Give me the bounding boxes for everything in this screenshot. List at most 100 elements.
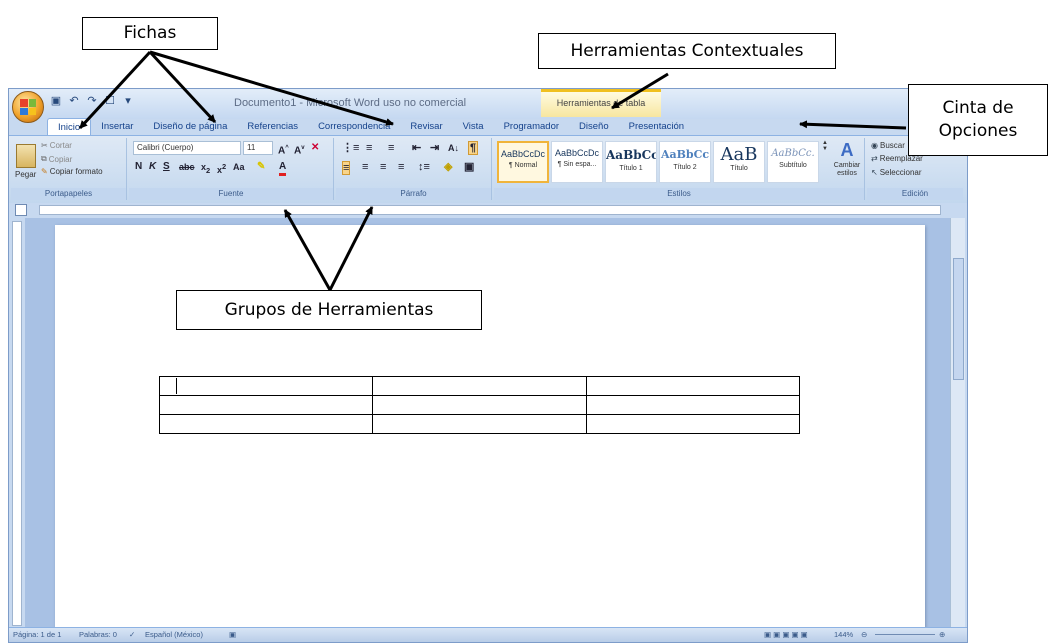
tab-selector-icon[interactable] bbox=[15, 204, 27, 216]
grow-font-icon[interactable]: A^ bbox=[278, 142, 289, 157]
save-icon[interactable]: ▣ bbox=[49, 94, 63, 108]
borders-icon[interactable]: ▣ bbox=[464, 161, 474, 173]
office-button[interactable] bbox=[12, 91, 44, 123]
show-marks-icon[interactable]: ¶ bbox=[468, 141, 479, 155]
table-cell[interactable] bbox=[372, 395, 587, 415]
text-cursor bbox=[176, 378, 177, 394]
table-row bbox=[158, 376, 801, 396]
tab-diseno[interactable]: Diseño bbox=[569, 118, 619, 135]
align-left-icon[interactable]: ≡ bbox=[342, 161, 351, 175]
format-painter-button[interactable]: ✎ Copiar formato bbox=[41, 167, 103, 176]
scroll-thumb[interactable] bbox=[953, 258, 964, 380]
status-language[interactable]: Español (México) bbox=[145, 628, 203, 642]
decrease-indent-icon[interactable]: ⇤ bbox=[412, 142, 421, 154]
ribbon: Pegar ✂ Cortar ⧉ Copiar ✎ Copiar formato… bbox=[9, 135, 967, 204]
style-heading-2[interactable]: AaBbCc Título 2 bbox=[659, 141, 711, 183]
contextual-tools-header: Herramientas de tabla bbox=[541, 89, 661, 117]
table-cell[interactable] bbox=[158, 414, 374, 434]
italic-icon[interactable]: K bbox=[149, 161, 156, 173]
copy-icon: ⧉ bbox=[41, 154, 47, 163]
tab-correspondencia[interactable]: Correspondencia bbox=[308, 118, 400, 135]
status-words[interactable]: Palabras: 0 bbox=[79, 628, 117, 642]
tab-diseno-pagina[interactable]: Diseño de página bbox=[143, 118, 237, 135]
tab-revisar[interactable]: Revisar bbox=[400, 118, 452, 135]
strikethrough-icon[interactable]: abc bbox=[179, 161, 195, 173]
shading-icon[interactable]: ◈ bbox=[444, 161, 452, 173]
group-label-clipboard: Portapapeles bbox=[11, 188, 126, 200]
horizontal-ruler[interactable] bbox=[39, 205, 941, 215]
style-no-spacing[interactable]: AaBbCcDc ¶ Sin espa... bbox=[551, 141, 603, 183]
vertical-ruler[interactable] bbox=[12, 221, 22, 626]
office-button-wrap bbox=[9, 89, 47, 127]
sort-icon[interactable]: A↓ bbox=[448, 142, 459, 154]
table-cell[interactable] bbox=[158, 395, 374, 415]
redo-icon[interactable]: ↷ bbox=[85, 94, 99, 108]
callout-fichas: Fichas bbox=[82, 17, 218, 50]
scissors-icon: ✂ bbox=[41, 141, 48, 150]
status-page[interactable]: Página: 1 de 1 bbox=[13, 628, 61, 642]
subscript-icon[interactable]: x2 bbox=[201, 161, 210, 177]
tab-referencias[interactable]: Referencias bbox=[237, 118, 308, 135]
justify-icon[interactable]: ≡ bbox=[398, 161, 404, 173]
styles-scroll[interactable]: ▲ ▼ bbox=[821, 140, 829, 152]
shrink-font-icon[interactable]: Av bbox=[294, 142, 305, 157]
font-size-field[interactable]: 11 bbox=[243, 141, 273, 155]
table-cell[interactable] bbox=[585, 414, 801, 434]
zoom-slider[interactable] bbox=[875, 634, 935, 635]
change-styles-icon: A bbox=[840, 140, 854, 160]
bold-icon[interactable]: N bbox=[135, 161, 142, 173]
table-row bbox=[158, 395, 801, 415]
undo-icon[interactable]: ↶ bbox=[67, 94, 81, 108]
tab-programador[interactable]: Programador bbox=[494, 118, 569, 135]
select-button[interactable]: ↖ Seleccionar bbox=[871, 168, 922, 177]
group-clipboard: Pegar ✂ Cortar ⧉ Copiar ✎ Copiar formato… bbox=[11, 138, 127, 200]
spellcheck-icon[interactable]: ✓ bbox=[129, 628, 135, 642]
table-cell[interactable] bbox=[372, 376, 587, 396]
highlight-icon[interactable]: ✎ bbox=[257, 161, 265, 173]
group-styles: AaBbCcDc ¶ Normal AaBbCcDc ¶ Sin espa...… bbox=[494, 138, 865, 200]
group-paragraph: ⋮≡ ≡ ≡ ⇤ ⇥ A↓ ¶ ≡ ≡ ≡ ≡ ↕≡ ◈ ▣ Párrafo bbox=[336, 138, 492, 200]
cut-button[interactable]: ✂ Cortar bbox=[41, 141, 72, 150]
tab-vista[interactable]: Vista bbox=[453, 118, 494, 135]
numbering-icon[interactable]: ≡ bbox=[366, 142, 372, 154]
align-right-icon[interactable]: ≡ bbox=[380, 161, 386, 173]
superscript-icon[interactable]: x2 bbox=[217, 161, 226, 176]
office-logo-icon bbox=[20, 99, 36, 115]
clear-format-icon[interactable]: ✕ bbox=[311, 142, 319, 154]
vertical-scrollbar[interactable] bbox=[950, 218, 965, 628]
status-zoom[interactable]: 144% bbox=[834, 628, 853, 642]
line-spacing-icon[interactable]: ↕≡ bbox=[418, 161, 430, 173]
tab-inicio[interactable]: Inicio bbox=[47, 118, 92, 135]
align-center-icon[interactable]: ≡ bbox=[362, 161, 368, 173]
style-heading-1[interactable]: AaBbCс Título 1 bbox=[605, 141, 657, 183]
view-buttons[interactable]: ▣ ▣ ▣ ▣ ▣ bbox=[764, 628, 808, 642]
change-case-icon[interactable]: Aa bbox=[233, 161, 245, 173]
macro-record-icon[interactable]: ▣ bbox=[229, 628, 236, 642]
underline-icon[interactable]: S bbox=[163, 161, 170, 173]
table-cell[interactable] bbox=[585, 395, 801, 415]
copy-button[interactable]: ⧉ Copiar bbox=[41, 154, 72, 164]
qat-dropdown-icon[interactable]: ▾ bbox=[121, 94, 135, 108]
document-table[interactable] bbox=[158, 376, 801, 434]
table-cell[interactable] bbox=[158, 376, 374, 396]
style-title[interactable]: AaB Título bbox=[713, 141, 765, 183]
group-label-styles: Estilos bbox=[494, 188, 864, 200]
print-preview-icon[interactable]: ☐ bbox=[103, 94, 117, 108]
style-normal[interactable]: AaBbCcDc ¶ Normal bbox=[497, 141, 549, 183]
zoom-out-icon[interactable]: ⊖ bbox=[861, 628, 867, 642]
change-styles-button[interactable]: A Cambiar estilos bbox=[830, 140, 864, 178]
font-color-icon[interactable]: A bbox=[279, 161, 287, 176]
style-subtitle[interactable]: AaBbCc. Subtítulo bbox=[767, 141, 819, 183]
find-button[interactable]: ◉ Buscar bbox=[871, 141, 905, 150]
zoom-in-icon[interactable]: ⊕ bbox=[939, 628, 945, 642]
multilevel-list-icon[interactable]: ≡ bbox=[388, 142, 394, 154]
table-cell[interactable] bbox=[585, 376, 801, 396]
paste-button[interactable]: Pegar bbox=[15, 144, 36, 179]
tab-insertar[interactable]: Insertar bbox=[91, 118, 143, 135]
table-cell[interactable] bbox=[372, 414, 587, 434]
bullets-icon[interactable]: ⋮≡ bbox=[342, 142, 359, 154]
increase-indent-icon[interactable]: ⇥ bbox=[430, 142, 439, 154]
replace-icon: ⇄ bbox=[871, 154, 878, 163]
font-name-field[interactable]: Calibri (Cuerpo) bbox=[133, 141, 241, 155]
tab-presentacion[interactable]: Presentación bbox=[619, 118, 694, 135]
